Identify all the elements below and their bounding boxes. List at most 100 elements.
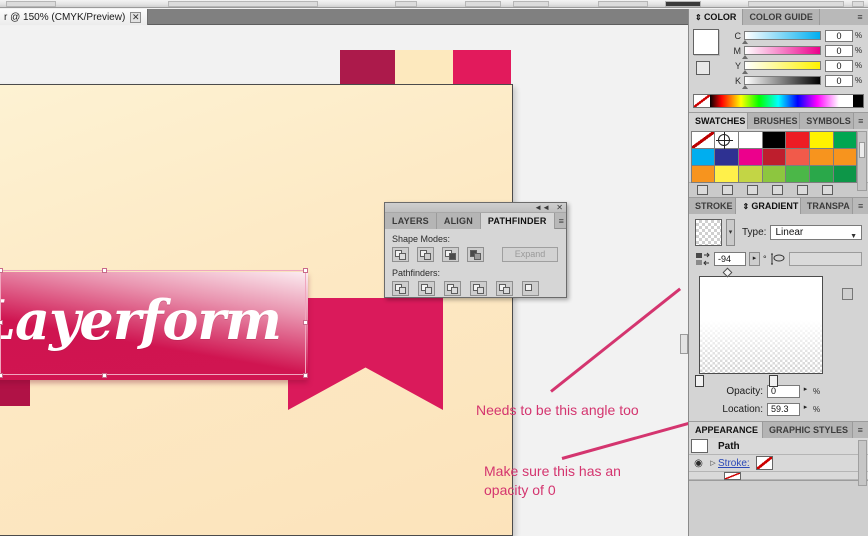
palette-titlebar[interactable]: ◄◄ ✕ xyxy=(385,203,566,213)
tab-appearance[interactable]: APPEARANCE xyxy=(689,422,764,438)
swatch-cell[interactable] xyxy=(832,130,858,149)
spectrum-none-icon[interactable] xyxy=(694,95,710,107)
pathfinder-palette[interactable]: ◄◄ ✕ LAYERS ALIGN PATHFINDER ≡ Shape Mod… xyxy=(384,202,567,298)
spectrum-black[interactable] xyxy=(853,95,863,107)
swatch-cell[interactable] xyxy=(809,147,834,166)
location-stepper-icon[interactable]: ▸ xyxy=(800,402,811,416)
expand-button[interactable]: Expand xyxy=(502,247,558,262)
tab-pathfinder[interactable]: PATHFINDER xyxy=(480,213,555,229)
panel-menu-icon[interactable]: ≡ xyxy=(853,198,868,214)
tab-stroke[interactable]: STROKE xyxy=(689,198,737,214)
merge-icon[interactable] xyxy=(444,281,461,296)
swatch-cell[interactable] xyxy=(761,164,787,183)
panel-menu-icon[interactable]: ≡ xyxy=(854,113,868,129)
divide-icon[interactable] xyxy=(392,281,409,296)
gradient-ramp[interactable] xyxy=(699,276,823,374)
swatch-cell[interactable] xyxy=(785,147,811,166)
selection-anchor[interactable] xyxy=(0,320,3,325)
swatch-none-icon[interactable] xyxy=(690,130,716,149)
selection-anchor[interactable] xyxy=(0,268,3,273)
tab-brushes[interactable]: BRUSHES xyxy=(747,113,801,129)
swatch-cell[interactable] xyxy=(832,147,858,166)
tab-layers[interactable]: LAYERS xyxy=(385,213,437,229)
swatches-scrollbar[interactable] xyxy=(857,131,867,191)
fill-swatch[interactable] xyxy=(693,29,719,55)
stroke-none-swatch-icon[interactable] xyxy=(755,456,773,470)
document-tab[interactable]: r @ 150% (CMYK/Preview) ✕ xyxy=(0,9,149,25)
panel-menu-icon[interactable]: ≡ xyxy=(852,9,868,25)
minus-front-icon[interactable] xyxy=(417,247,434,262)
exclude-icon[interactable] xyxy=(467,247,484,262)
collapse-icon[interactable]: ◄◄ xyxy=(534,204,550,212)
fill-stroke-proxy[interactable] xyxy=(693,29,727,89)
selection-bounding-box[interactable] xyxy=(0,268,308,378)
swatch-cell[interactable] xyxy=(714,147,739,166)
gradient-angle-field[interactable]: -94 xyxy=(714,252,746,266)
value-y[interactable]: 0 xyxy=(825,59,853,72)
slider-track-c[interactable] xyxy=(742,31,821,44)
intersect-icon[interactable] xyxy=(442,247,459,262)
selection-anchor[interactable] xyxy=(303,373,308,378)
canvas-area[interactable]: Layerform Needs to be this angle too Mak… xyxy=(0,26,688,536)
artwork-rect-cream[interactable] xyxy=(395,50,453,84)
swatch-cell[interactable] xyxy=(809,130,834,149)
gradient-stop-start[interactable] xyxy=(695,375,704,387)
ribbon-fold-shape[interactable] xyxy=(0,380,30,406)
selection-anchor[interactable] xyxy=(102,268,107,273)
eye-icon[interactable]: ◉ xyxy=(689,458,708,469)
selection-anchor[interactable] xyxy=(0,373,3,378)
trim-icon[interactable] xyxy=(418,281,435,296)
new-group-icon[interactable] xyxy=(772,185,783,195)
slider-track-k[interactable] xyxy=(742,76,821,89)
gradient-aspect-field[interactable] xyxy=(788,252,862,266)
panel-menu-icon[interactable]: ≡ xyxy=(853,422,868,438)
tab-align[interactable]: ALIGN xyxy=(436,213,481,229)
delete-swatch-icon[interactable] xyxy=(822,185,833,195)
value-k[interactable]: 0 xyxy=(825,74,853,87)
swatch-cell[interactable] xyxy=(737,164,763,183)
swatch-cell[interactable] xyxy=(785,130,811,149)
close-icon[interactable]: ✕ xyxy=(130,11,142,23)
tab-graphic-styles[interactable]: GRAPHIC STYLES xyxy=(763,422,853,438)
disclosure-triangle-icon[interactable]: ▷ xyxy=(708,459,718,467)
selection-anchor[interactable] xyxy=(303,268,308,273)
angle-stepper-icon[interactable]: ▸ xyxy=(749,252,760,266)
swatch-options-icon[interactable] xyxy=(747,185,758,195)
swatch-cell[interactable] xyxy=(690,147,716,166)
swatch-registration-icon[interactable] xyxy=(714,130,739,149)
swatch-libraries-icon[interactable] xyxy=(697,185,708,195)
selection-anchor[interactable] xyxy=(303,320,308,325)
appearance-row-fill-partial[interactable] xyxy=(689,471,868,480)
tab-symbols[interactable]: SYMBOLS xyxy=(800,113,854,129)
appearance-row-stroke[interactable]: ◉ ▷ Stroke: xyxy=(689,455,868,472)
artwork-rect-dark[interactable] xyxy=(340,50,395,84)
swatch-cell[interactable] xyxy=(690,164,716,183)
tab-color-guide[interactable]: COLOR GUIDE xyxy=(743,9,820,25)
appearance-row-path[interactable]: Path xyxy=(689,438,868,455)
artwork-rect-pink[interactable] xyxy=(453,50,511,84)
swatch-cell[interactable] xyxy=(785,164,811,183)
tab-gradient[interactable]: ⇕ GRADIENT xyxy=(736,198,801,214)
reverse-gradient-icon[interactable] xyxy=(695,252,711,266)
swatch-cell[interactable] xyxy=(761,147,787,166)
unite-icon[interactable] xyxy=(392,247,409,262)
chevron-down-icon[interactable]: ▾ xyxy=(726,219,735,246)
swatch-cell[interactable] xyxy=(714,164,739,183)
slider-track-m[interactable] xyxy=(742,46,821,59)
swatch-cell[interactable] xyxy=(832,164,858,183)
dock-scrollbar[interactable] xyxy=(679,334,689,536)
swatches-scroll-thumb[interactable] xyxy=(859,142,865,158)
swatch-cell[interactable] xyxy=(737,130,763,149)
crop-icon[interactable] xyxy=(470,281,487,296)
location-field[interactable]: 59.3 xyxy=(767,402,800,416)
swatch-cell[interactable] xyxy=(761,130,787,149)
none-swatch-icon[interactable] xyxy=(696,61,710,75)
stroke-label[interactable]: Stroke: xyxy=(718,458,750,469)
color-spectrum-ramp[interactable] xyxy=(693,94,864,108)
gradient-slider-area[interactable] xyxy=(695,267,858,387)
new-swatch-icon[interactable] xyxy=(797,185,808,195)
tab-color[interactable]: ⇕ COLOR xyxy=(689,9,744,25)
spectrum-bar[interactable] xyxy=(710,95,839,107)
gradient-type-select[interactable]: Linear ▼ xyxy=(770,225,862,240)
swatch-cell[interactable] xyxy=(737,147,763,166)
